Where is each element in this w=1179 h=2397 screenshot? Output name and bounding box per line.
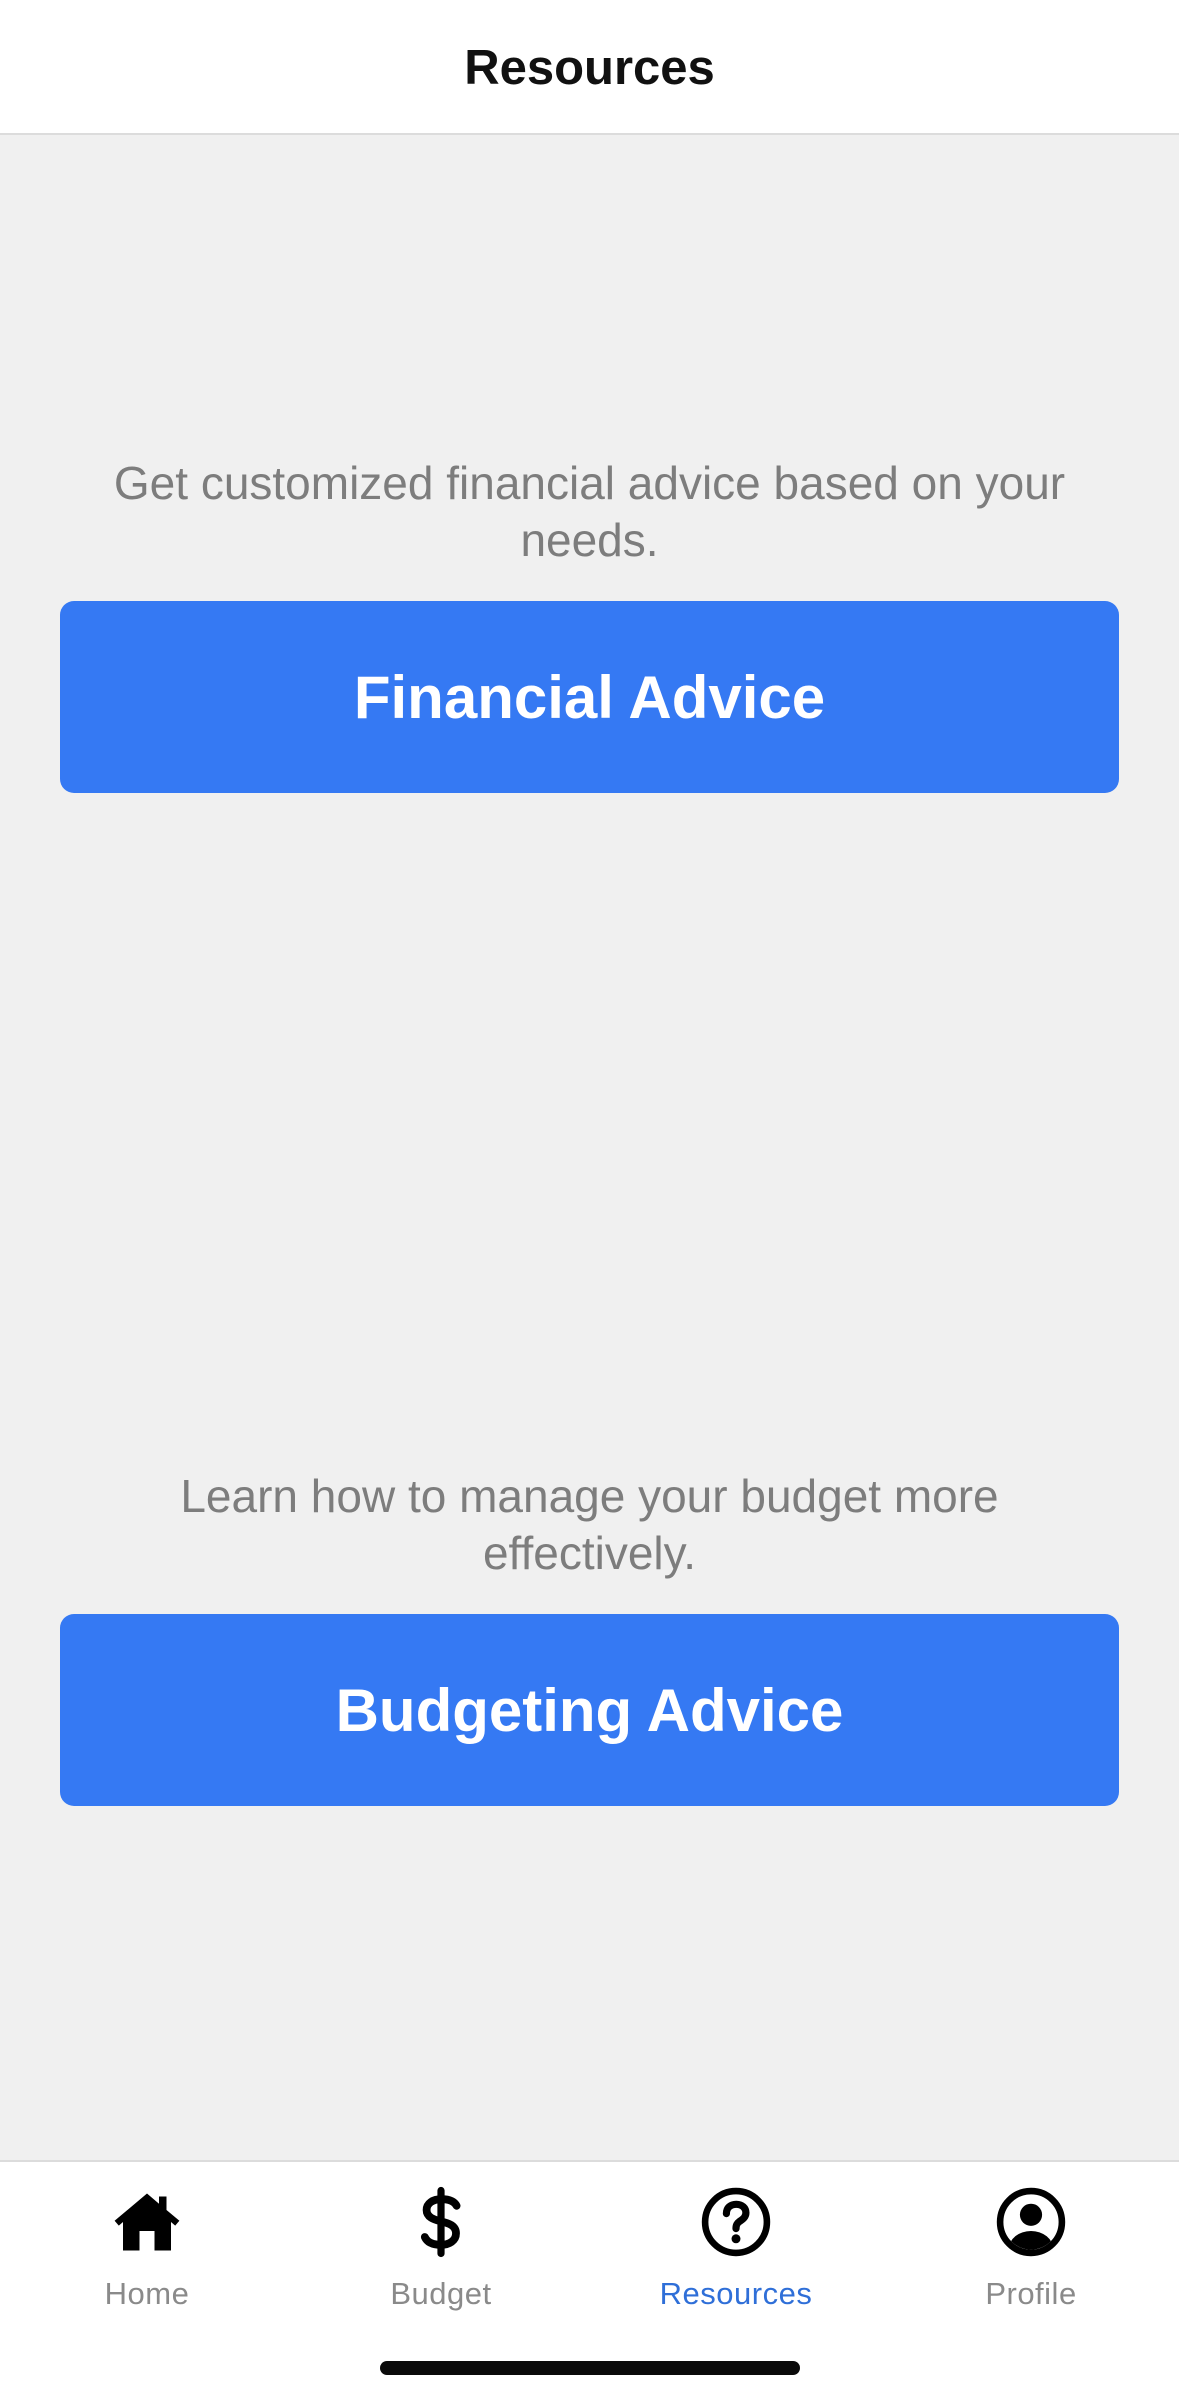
tab-home-label: Home	[104, 2276, 190, 2311]
tab-profile-label: Profile	[985, 2276, 1077, 2311]
tab-home[interactable]: Home	[0, 2182, 294, 2332]
dollar-icon	[401, 2182, 481, 2262]
financial-advice-section: Get customized financial advice based on…	[60, 455, 1119, 793]
budgeting-advice-description: Learn how to manage your budget more eff…	[180, 1470, 999, 1579]
financial-advice-description: Get customized financial advice based on…	[113, 457, 1066, 566]
home-indicator[interactable]	[380, 2361, 800, 2375]
tab-resources[interactable]: Resources	[589, 2182, 883, 2332]
budgeting-advice-button[interactable]: Budgeting Advice	[60, 1614, 1119, 1806]
help-circle-icon	[696, 2182, 776, 2262]
financial-advice-button[interactable]: Financial Advice	[60, 601, 1119, 793]
user-circle-icon	[991, 2182, 1071, 2262]
tab-resources-label: Resources	[659, 2276, 813, 2311]
tab-profile[interactable]: Profile	[884, 2182, 1178, 2332]
page-title: Resources	[464, 40, 715, 95]
top-header: Resources	[0, 0, 1179, 135]
home-icon	[107, 2182, 187, 2262]
app-screen: Resources Get customized financial advic…	[0, 0, 1179, 2397]
budgeting-advice-section: Learn how to manage your budget more eff…	[60, 1468, 1119, 1806]
tab-budget-label: Budget	[390, 2276, 492, 2311]
tab-budget[interactable]: Budget	[294, 2182, 588, 2332]
